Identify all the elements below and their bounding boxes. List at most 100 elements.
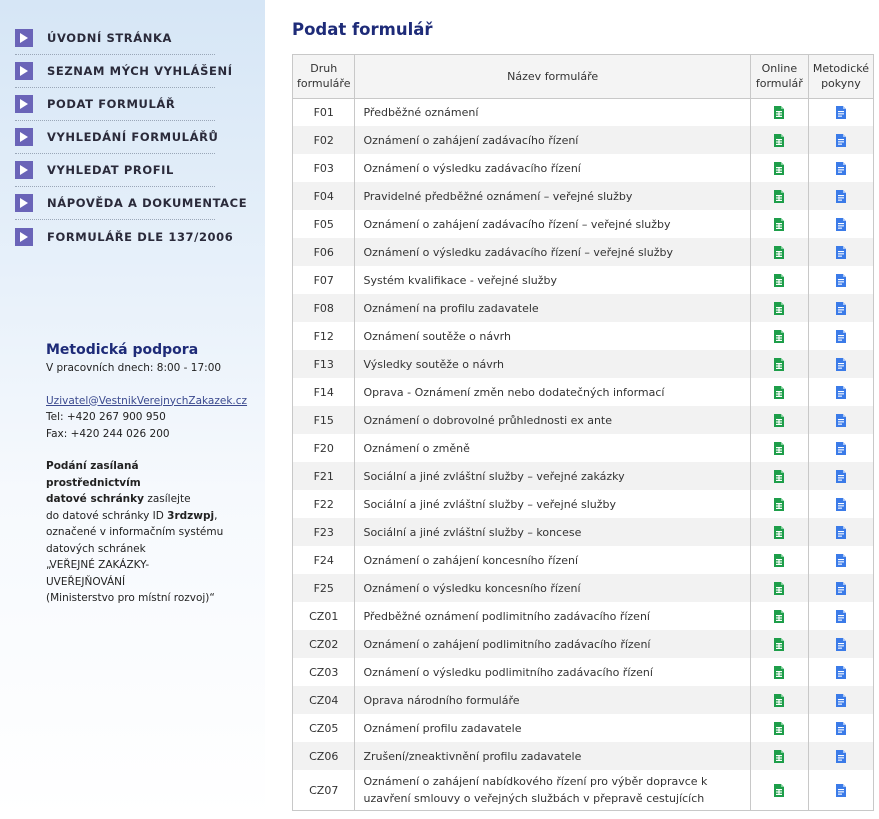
guidelines-doc-icon[interactable] xyxy=(835,469,846,483)
nav-item-forms-137[interactable]: FORMULÁŘE DLE 137/2006 xyxy=(15,220,233,253)
guidelines-doc-icon[interactable] xyxy=(835,609,846,623)
nav-item-submit-form[interactable]: PODAT FORMULÁŘ xyxy=(15,88,215,121)
guidelines-doc-icon[interactable] xyxy=(835,553,846,567)
online-form-icon[interactable] xyxy=(774,721,785,735)
online-form-cell xyxy=(749,770,809,810)
table-header-row: Druh formuláře Název formuláře Online form… xyxy=(293,55,873,99)
guidelines-doc-icon[interactable] xyxy=(835,525,846,539)
online-form-icon[interactable] xyxy=(774,749,785,763)
online-form-cell xyxy=(749,182,809,210)
guidelines-doc-icon[interactable] xyxy=(835,413,846,427)
guidelines-doc-icon[interactable] xyxy=(835,245,846,259)
online-form-icon[interactable] xyxy=(774,217,785,231)
form-name: Oznámení o výsledku zadávacího řízení – … xyxy=(354,238,751,266)
guidelines-doc-icon[interactable] xyxy=(835,441,846,455)
nav-item-my-notices[interactable]: SEZNAM MÝCH VYHLÁŠENÍ xyxy=(15,55,232,88)
header-text: formuláře xyxy=(297,77,351,91)
online-form-cell xyxy=(749,630,809,658)
form-name: Oznámení profilu zadavatele xyxy=(354,714,751,742)
online-form-cell xyxy=(749,154,809,182)
guidelines-doc-icon[interactable] xyxy=(835,161,846,175)
online-form-icon[interactable] xyxy=(774,189,785,203)
support-phone: Tel: +420 267 900 950 xyxy=(46,411,166,423)
guidelines-doc-icon[interactable] xyxy=(835,385,846,399)
table-row: F23 Sociální a jiné zvláštní služby – kon… xyxy=(293,518,873,546)
online-form-cell xyxy=(749,378,809,406)
nav-item-help[interactable]: NÁPOVĚDA A DOKUMENTACE xyxy=(15,187,247,220)
play-triangle-icon xyxy=(15,227,33,246)
form-name: Výsledky soutěže o návrh xyxy=(354,350,751,378)
guidelines-cell xyxy=(807,462,873,490)
guidelines-cell xyxy=(807,742,873,770)
guidelines-doc-icon[interactable] xyxy=(835,693,846,707)
online-form-icon[interactable] xyxy=(774,609,785,623)
guidelines-doc-icon[interactable] xyxy=(835,273,846,287)
online-form-icon[interactable] xyxy=(774,329,785,343)
guidelines-doc-icon[interactable] xyxy=(835,637,846,651)
nav-item-label: VYHLEDÁNÍ FORMULÁŘŮ xyxy=(47,130,219,144)
online-form-icon[interactable] xyxy=(774,357,785,371)
online-form-icon[interactable] xyxy=(774,637,785,651)
support-title: Metodická podpora xyxy=(46,342,199,358)
form-name: Sociální a jiné zvláštní služby – veřejn… xyxy=(354,490,751,518)
online-form-icon[interactable] xyxy=(774,133,785,147)
guidelines-doc-icon[interactable] xyxy=(835,784,846,797)
online-form-cell xyxy=(749,602,809,630)
online-form-icon[interactable] xyxy=(774,693,785,707)
guidelines-doc-icon[interactable] xyxy=(835,497,846,511)
online-form-icon[interactable] xyxy=(774,469,785,483)
guidelines-doc-icon[interactable] xyxy=(835,329,846,343)
online-form-icon[interactable] xyxy=(774,665,785,679)
form-code: F08 xyxy=(293,294,355,322)
form-name: Zrušení/zneaktivnění profilu zadavatele xyxy=(354,742,751,770)
table-row: F14 Oprava - Oznámení změn nebo dodatečný… xyxy=(293,378,873,406)
form-name: Systém kvalifikace - veřejné služby xyxy=(354,266,751,294)
form-code: F03 xyxy=(313,161,334,175)
support-fax: Fax: +420 244 026 200 xyxy=(46,427,170,440)
form-code: F06 xyxy=(293,238,355,266)
guidelines-doc-icon[interactable] xyxy=(835,106,846,119)
online-form-icon[interactable] xyxy=(774,273,785,287)
guidelines-doc-icon[interactable] xyxy=(835,301,846,315)
data-box-text: do datové schránky ID xyxy=(46,509,168,522)
online-form-cell xyxy=(749,98,809,126)
online-form-icon[interactable] xyxy=(774,106,785,119)
guidelines-doc-icon[interactable] xyxy=(835,189,846,203)
online-form-icon[interactable] xyxy=(774,161,785,175)
online-form-icon[interactable] xyxy=(774,413,785,427)
column-header-guidelines: Metodické pokyny xyxy=(807,55,873,99)
guidelines-doc-icon[interactable] xyxy=(835,357,846,371)
guidelines-doc-icon[interactable] xyxy=(835,133,846,147)
guidelines-cell xyxy=(807,294,873,322)
nav-item-label: PODAT FORMULÁŘ xyxy=(47,97,176,111)
guidelines-doc-icon[interactable] xyxy=(835,581,846,595)
table-row: F12 Oznámení soutěže o návrh xyxy=(293,322,873,350)
guidelines-cell xyxy=(807,434,873,462)
nav-item-search-forms[interactable]: VYHLEDÁNÍ FORMULÁŘŮ xyxy=(15,121,219,154)
online-form-icon[interactable] xyxy=(774,385,785,399)
online-form-icon[interactable] xyxy=(774,784,785,797)
online-form-cell xyxy=(749,658,809,686)
data-box-id: 3rdzwpj xyxy=(167,509,215,522)
table-row: F15 Oznámení o dobrovolné průhlednosti ex… xyxy=(293,406,873,434)
form-code: F07 xyxy=(313,273,334,287)
form-name: Oznámení o zahájení koncesního řízení xyxy=(354,546,751,574)
support-email-link[interactable]: Uzivatel@VestnikVerejnychZakazek.cz xyxy=(46,393,256,410)
form-name: Sociální a jiné zvláštní služby – veřejn… xyxy=(354,462,751,490)
nav-item-search-profile[interactable]: VYHLEDAT PROFIL xyxy=(15,154,215,187)
guidelines-doc-icon[interactable] xyxy=(835,749,846,763)
online-form-icon[interactable] xyxy=(774,553,785,567)
nav-item-home[interactable]: ÚVODNÍ STRÁNKA xyxy=(15,22,215,55)
online-form-icon[interactable] xyxy=(774,497,785,511)
guidelines-doc-icon[interactable] xyxy=(835,665,846,679)
online-form-icon[interactable] xyxy=(774,581,785,595)
online-form-icon[interactable] xyxy=(774,245,785,259)
online-form-icon[interactable] xyxy=(774,301,785,315)
data-box-bold: datové schránky xyxy=(46,493,144,505)
table-row: CZ05 Oznámení profilu zadavatele xyxy=(293,714,873,742)
online-form-icon[interactable] xyxy=(774,441,785,455)
guidelines-doc-icon[interactable] xyxy=(835,217,846,231)
guidelines-doc-icon[interactable] xyxy=(835,721,846,735)
data-box-line: „VEŘEJNÉ ZAKÁZKY- xyxy=(46,559,150,571)
online-form-icon[interactable] xyxy=(774,525,785,539)
